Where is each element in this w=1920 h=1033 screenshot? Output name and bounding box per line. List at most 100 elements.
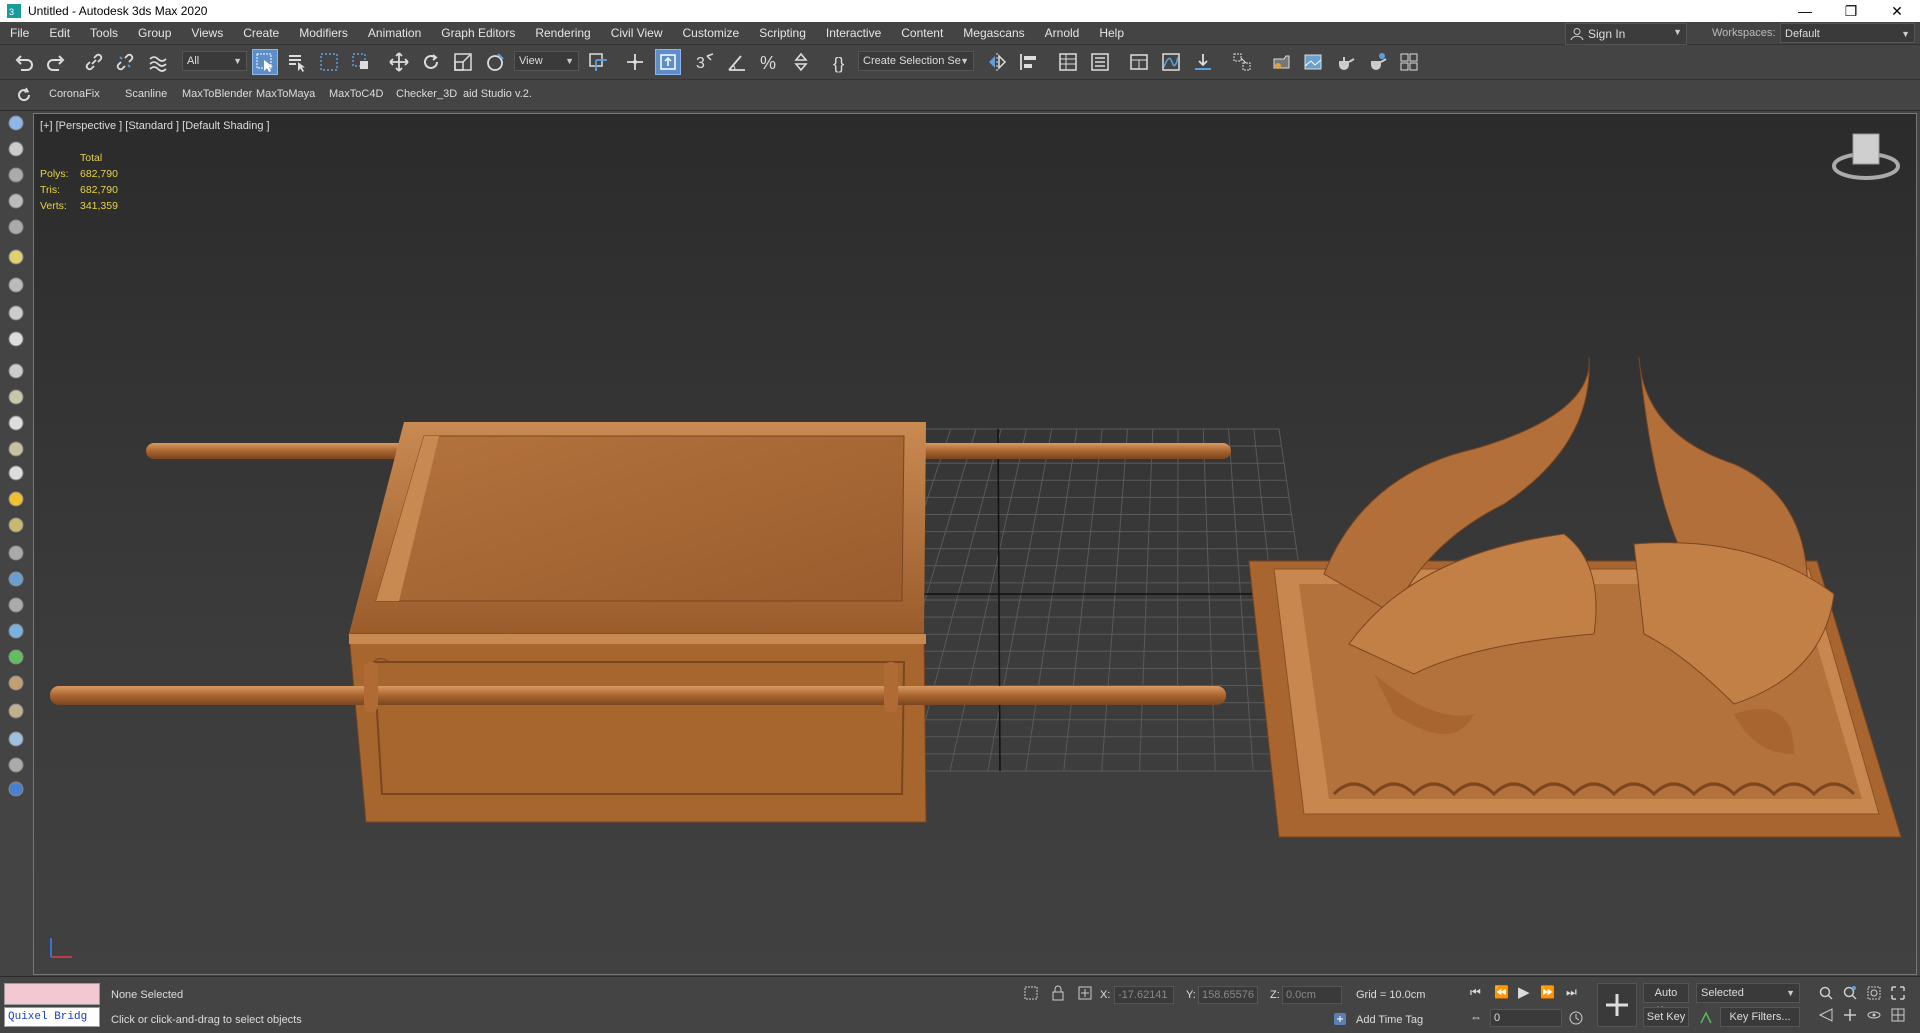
workspace-dropdown[interactable]: Default ▼ [1780, 23, 1915, 43]
field-of-view-icon[interactable] [1818, 1007, 1834, 1023]
light-icon[interactable] [5, 246, 27, 268]
lock-icon[interactable] [1050, 985, 1066, 1001]
scale-button[interactable] [450, 49, 476, 75]
hemisphere-icon[interactable] [5, 386, 27, 408]
menu-item-2[interactable]: Tools [80, 22, 128, 44]
time-config-icon[interactable] [1568, 1010, 1584, 1026]
rotate-button[interactable] [418, 49, 444, 75]
menu-item-6[interactable]: Modifiers [289, 22, 358, 44]
select-by-name-button[interactable] [284, 49, 310, 75]
undo-button[interactable] [11, 49, 37, 75]
go-to-start-icon[interactable]: ⏮ [1470, 985, 1481, 1000]
sphere-icon[interactable] [5, 412, 27, 434]
particle-icon[interactable] [5, 568, 27, 590]
sphere-material-icon[interactable] [5, 728, 27, 750]
material-editor-button[interactable] [1229, 49, 1255, 75]
maximize-viewport-icon[interactable] [1890, 985, 1906, 1001]
curve-editor-button[interactable] [1158, 49, 1184, 75]
reference-coordinate-dropdown[interactable]: View ▼ [514, 51, 579, 71]
cone-icon[interactable] [5, 462, 27, 484]
maxscript-listener-box[interactable] [4, 983, 100, 1005]
helper-icon[interactable] [5, 274, 27, 296]
torus-icon[interactable] [5, 514, 27, 536]
mirror-button[interactable] [984, 49, 1010, 75]
time-tag-icon[interactable] [1332, 1011, 1348, 1027]
menu-item-0[interactable]: File [0, 22, 39, 44]
set-keys-button[interactable] [1597, 983, 1637, 1027]
angle-snap-button[interactable] [724, 49, 750, 75]
motion-list-icon[interactable] [5, 216, 27, 238]
crown-icon[interactable] [5, 438, 27, 460]
zoom-all-icon[interactable] [1842, 985, 1858, 1001]
unlink-button[interactable] [112, 49, 138, 75]
rectangular-selection-button[interactable] [316, 49, 342, 75]
set-key-button[interactable]: Set Key [1643, 1007, 1689, 1027]
ribbon-button-maxtoblender[interactable]: MaxToBlender [182, 88, 252, 100]
teapot-icon[interactable] [5, 112, 27, 134]
go-to-end-icon[interactable]: ⏭ [1566, 985, 1577, 1000]
key-filters-button[interactable]: Key Filters... [1720, 1007, 1800, 1027]
menu-item-13[interactable]: Interactive [816, 22, 891, 44]
keyboard-shortcut-override-button[interactable] [655, 49, 681, 75]
z-coordinate-field[interactable]: 0.0cm [1282, 986, 1342, 1004]
layer-explorer-button[interactable] [1087, 49, 1113, 75]
select-object-button[interactable] [252, 49, 278, 75]
pan-icon[interactable] [1842, 1007, 1858, 1023]
key-mode-dropdown[interactable]: Selected ▼ [1696, 983, 1800, 1003]
viewport-label-menu[interactable]: [+] [Perspective ] [Standard ] [Default … [40, 120, 270, 132]
align-button[interactable] [1016, 49, 1042, 75]
key-filter-icon[interactable] [1698, 1010, 1714, 1026]
gear-icon[interactable] [5, 620, 27, 642]
menu-item-11[interactable]: Customize [673, 22, 750, 44]
menu-item-3[interactable]: Group [128, 22, 181, 44]
menu-item-4[interactable]: Views [181, 22, 233, 44]
window-crossing-button[interactable] [348, 49, 374, 75]
orbit-icon[interactable] [1866, 1007, 1882, 1023]
restore-button[interactable]: ❐ [1828, 0, 1874, 22]
previous-frame-icon[interactable]: ⏪ [1494, 985, 1509, 999]
x-coordinate-field[interactable]: -17.62141 [1114, 986, 1174, 1004]
ribbon-button-scanline[interactable]: Scanline [125, 88, 167, 100]
spinner-snap-button[interactable] [788, 49, 814, 75]
ribbon-button-checker[interactable]: Checker_3D [396, 88, 457, 100]
sun-icon[interactable] [5, 488, 27, 510]
quixel-bridge-input[interactable]: Quixel Bridg [4, 1007, 100, 1027]
current-frame-field[interactable]: 0 [1490, 1009, 1562, 1027]
ribbon-button-maxtoc4d[interactable]: MaxToC4D [329, 88, 383, 100]
play-icon[interactable]: ▶ [1518, 983, 1530, 1001]
next-frame-icon[interactable]: ⏩ [1540, 985, 1555, 999]
isolate-icon[interactable] [1023, 985, 1039, 1001]
globe-icon[interactable] [5, 778, 27, 800]
link-button[interactable] [81, 49, 107, 75]
rendered-frame-window-button[interactable] [1300, 49, 1326, 75]
bind-space-warp-button[interactable] [145, 49, 171, 75]
grass-icon[interactable] [5, 646, 27, 668]
render-grid-button[interactable] [1396, 49, 1422, 75]
menu-item-16[interactable]: Arnold [1035, 22, 1090, 44]
place-button[interactable] [482, 49, 508, 75]
move-button[interactable] [386, 49, 412, 75]
named-selection-sets-dropdown[interactable]: Create Selection Se ▼ [858, 51, 974, 71]
auto-key-button[interactable]: Auto Key [1643, 983, 1689, 1017]
ribbon-button-aid-studio[interactable]: aid Studio v.2. [463, 88, 532, 100]
snaps-toggle-button[interactable]: 3 [692, 49, 718, 75]
maximize-toggle-icon[interactable] [1890, 1007, 1906, 1023]
camera-icon[interactable] [5, 328, 27, 350]
menu-item-10[interactable]: Civil View [601, 22, 673, 44]
render-setup-button[interactable] [1268, 49, 1294, 75]
y-coordinate-field[interactable]: 158.65576 [1198, 986, 1258, 1004]
redo-button[interactable] [43, 49, 69, 75]
scene-explorer-button[interactable] [1055, 49, 1081, 75]
box-panel-icon[interactable] [5, 164, 27, 186]
pivot-center-button[interactable] [585, 49, 611, 75]
hierarchy-icon[interactable] [5, 190, 27, 212]
absolute-mode-icon[interactable] [1077, 985, 1093, 1001]
grid-tool-icon[interactable] [5, 542, 27, 564]
key-mode-toggle-icon[interactable]: ⇔ [1470, 1010, 1482, 1024]
percent-snap-button[interactable]: % [756, 49, 782, 75]
render-production-button[interactable] [1332, 49, 1358, 75]
viewcube-icon[interactable] [1826, 120, 1906, 200]
menu-item-9[interactable]: Rendering [525, 22, 600, 44]
sign-in-button[interactable]: Sign In ▼ [1565, 23, 1687, 45]
minimize-button[interactable]: — [1782, 0, 1828, 22]
